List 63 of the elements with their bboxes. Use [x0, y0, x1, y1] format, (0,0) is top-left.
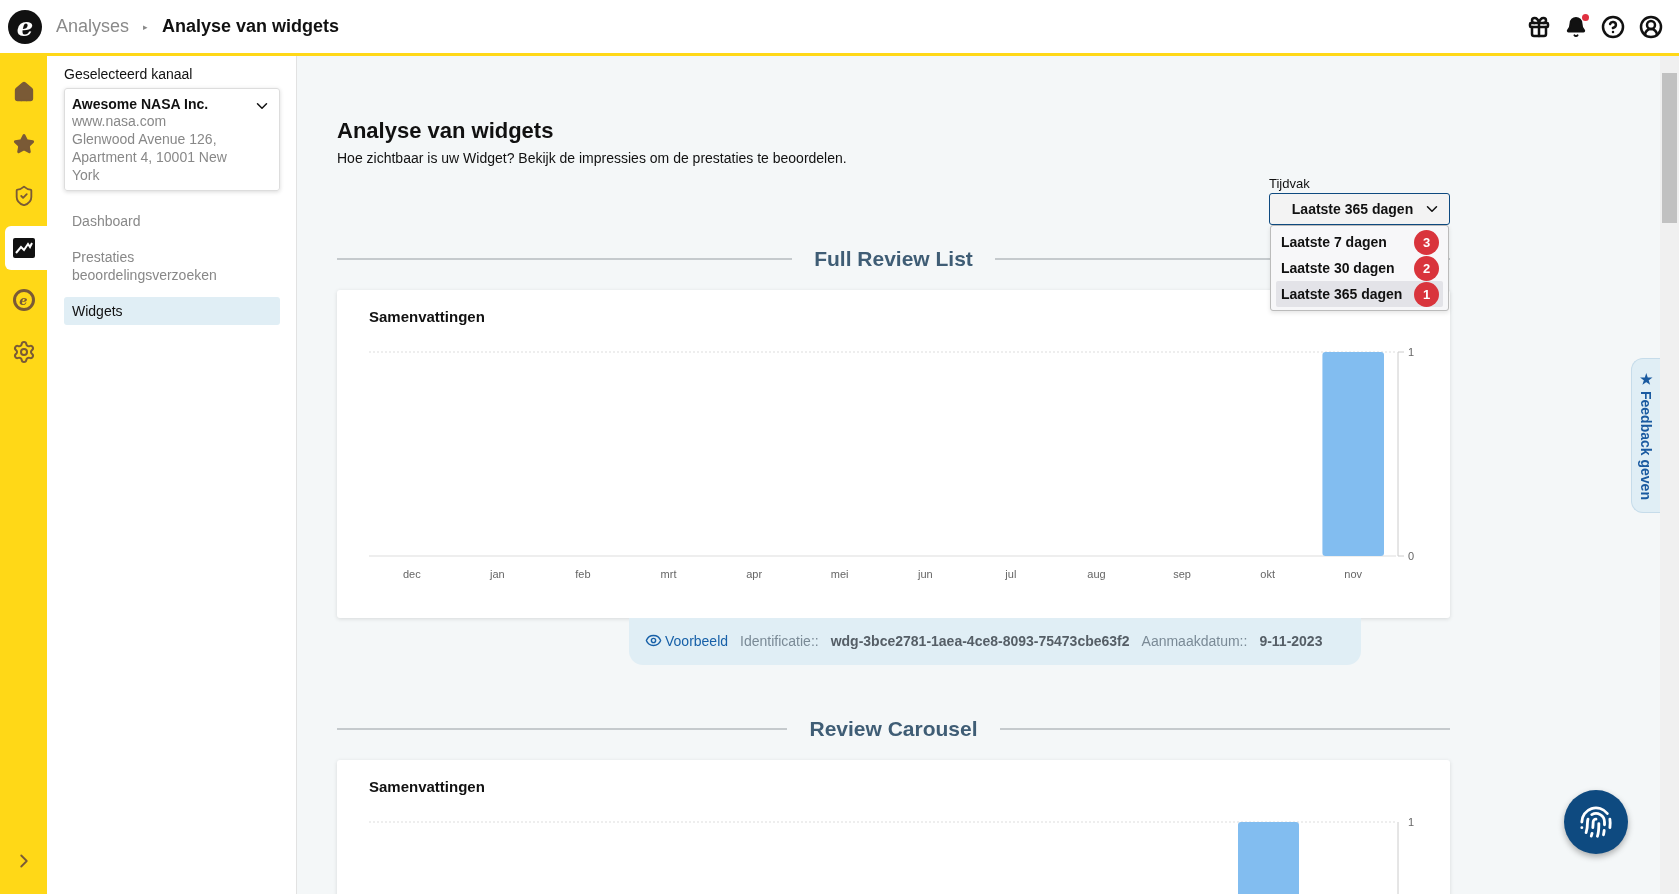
app-logo[interactable]: e — [8, 9, 42, 44]
channel-picker[interactable]: Awesome NASA Inc. www.nasa.com Glenwood Avenue 126, Apartment 4, 10001 New York — [64, 88, 280, 191]
star-icon — [12, 133, 35, 155]
axis-label: dec — [402, 568, 421, 580]
axis-label: feb — [575, 568, 591, 580]
user-avatar-icon[interactable] — [1639, 14, 1663, 39]
period-option[interactable]: Laatste 30 dagen 2 — [1276, 255, 1443, 281]
widget-id: wdg-3bce2781-1aea-4ce8-8093-75473cbe63f2 — [830, 632, 1130, 649]
period-option[interactable]: Laatste 7 dagen 3 — [1276, 229, 1443, 255]
line-chart-icon — [12, 238, 35, 258]
axis-label: jan — [490, 568, 505, 580]
scrollbar[interactable] — [1660, 56, 1679, 894]
breadcrumb-separator: ▸ — [143, 21, 149, 32]
section-title: Review Carousel — [809, 717, 978, 741]
channel-label: Geselecteerd kanaal — [64, 66, 194, 82]
home-icon — [12, 81, 35, 103]
sidebar-item[interactable]: Dashboard — [64, 207, 280, 235]
axis-label: jul — [1005, 568, 1017, 580]
fingerprint-button[interactable] — [1564, 790, 1628, 854]
axis-label: 1 — [1408, 816, 1415, 828]
axis-label: nov — [1344, 568, 1363, 580]
breadcrumb-link[interactable]: Analyses — [56, 16, 130, 37]
count-badge: 3 — [1414, 229, 1439, 255]
axis-label: 0 — [1408, 550, 1415, 562]
axis-label: 1 — [1408, 346, 1415, 358]
page-description: Hoe zichtbaar is uw Widget? Bekijk de impressies om de prestaties te beoordelen. — [337, 150, 848, 166]
card-title: Samenvattingen — [369, 778, 485, 795]
axis-label: aug — [1087, 568, 1106, 580]
rail-item[interactable]: e — [5, 278, 47, 322]
period-label: Tijdvak — [1269, 176, 1311, 191]
channel-address: Glenwood Avenue 126, Apartment 4, 10001 New York — [72, 130, 228, 184]
creation-date: 9-11-2023 — [1259, 632, 1323, 649]
card-title: Samenvattingen — [369, 308, 485, 325]
sidebar-item[interactable]: Widgets — [64, 297, 280, 325]
axis-label: apr — [746, 568, 763, 580]
rail-item[interactable] — [5, 226, 47, 270]
count-badge: 1 — [1414, 281, 1439, 307]
period-option[interactable]: Laatste 365 dagen 1 — [1276, 281, 1443, 307]
help-icon[interactable] — [1601, 14, 1625, 39]
axis-label: jun — [917, 568, 933, 580]
feedback-tab[interactable]: ★ Feedback geven — [1631, 358, 1660, 513]
gift-icon[interactable] — [1527, 14, 1551, 39]
axis-label: mrt — [660, 568, 677, 580]
axis-label: sep — [1173, 568, 1191, 580]
bell-icon[interactable] — [1565, 15, 1587, 38]
count-badge: 2 — [1414, 255, 1439, 281]
logo-icon: e — [12, 289, 35, 311]
axis-label: mei — [830, 568, 849, 580]
page-title: Analyse van widgets — [162, 16, 340, 37]
preview-link[interactable]: Voorbeeld — [645, 632, 729, 649]
sidebar-item[interactable]: Prestaties beoordelingsverzoeken — [64, 243, 280, 289]
settings-icon — [11, 340, 36, 364]
page-heading: Analyse van widgets — [337, 118, 555, 144]
id-label: Identificatie:: — [740, 632, 819, 649]
eye-icon — [645, 632, 662, 649]
channel-name: Awesome NASA Inc. — [72, 96, 209, 112]
date-label: Aanmaakdatum:: — [1141, 632, 1248, 649]
section-title: Full Review List — [814, 247, 973, 271]
chart-bar — [1238, 822, 1299, 894]
period-select[interactable]: Laatste 365 dagen — [1269, 193, 1450, 225]
channel-website: www.nasa.com — [72, 112, 168, 130]
axis-label: okt — [1260, 568, 1275, 580]
fingerprint-icon — [1579, 805, 1613, 839]
